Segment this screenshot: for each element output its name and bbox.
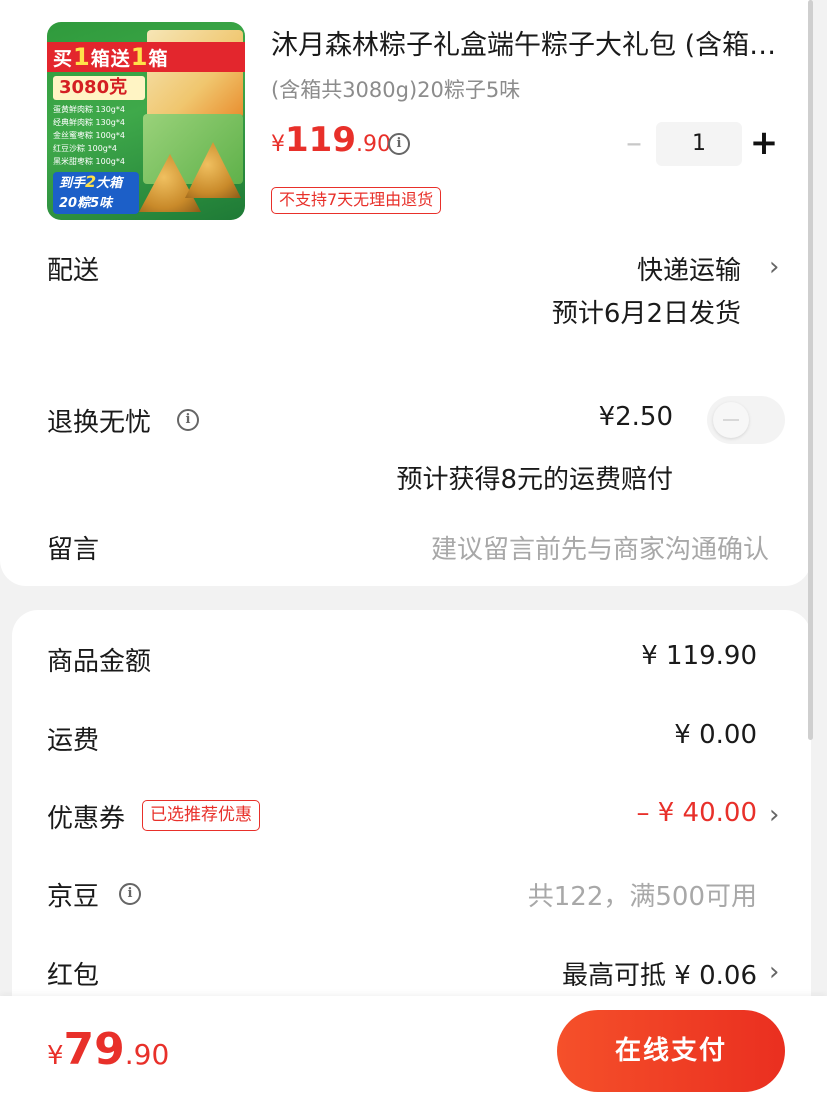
info-icon[interactable]: i (177, 409, 199, 431)
shipping-value: ¥ 0.00 (674, 720, 757, 750)
flavor-list: 3080克 蛋黄鲜肉粽 130g*4 经典鲜肉粽 130g*4 金丝蜜枣粽 10… (53, 76, 145, 168)
goods-amount-value: ¥ 119.90 (641, 641, 757, 671)
total-currency: ¥ (47, 1041, 64, 1071)
total-integer: 79 (63, 1024, 125, 1075)
delivery-label: 配送 (47, 256, 100, 286)
price-info-icon[interactable]: i (388, 133, 410, 155)
flavor-item: 黑米甜枣粽 100g*4 (53, 157, 125, 166)
flavor-item: 金丝蜜枣粽 100g*4 (53, 131, 125, 140)
product-thumbnail[interactable]: 买1箱送1箱 3080克 蛋黄鲜肉粽 130g*4 经典鲜肉粽 130g*4 金… (47, 22, 245, 220)
flavor-item: 蛋黄鲜肉粽 130g*4 (53, 105, 125, 114)
promo-banner: 买1箱送1箱 (47, 42, 245, 72)
jingdou-value: 共122，满500可用 (527, 882, 757, 912)
coupon-value[interactable]: – ¥ 40.00 (636, 798, 757, 828)
info-icon[interactable]: i (119, 883, 141, 905)
message-input[interactable]: 建议留言前先与商家沟通确认 (431, 529, 769, 566)
order-confirm-page: 买1箱送1箱 3080克 蛋黄鲜肉粽 130g*4 经典鲜肉粽 130g*4 金… (0, 0, 827, 1104)
redpacket-label: 红包 (47, 961, 100, 991)
price-decimal: .90 (355, 132, 391, 157)
product-title[interactable]: 沐月森林粽子礼盒端午粽子大礼包 (含箱共3080g)20粽子5味 (271, 28, 786, 64)
return-insurance-label: 退换无忧 (47, 408, 152, 438)
price-integer: 119 (285, 120, 356, 160)
price-currency: ¥ (271, 132, 285, 157)
jingdou-label: 京豆 (47, 882, 100, 912)
pay-online-button[interactable]: 在线支付 (557, 1010, 785, 1092)
chevron-right-icon[interactable]: › (769, 957, 779, 987)
return-insurance-note: 预计获得8元的运费赔付 (396, 465, 673, 495)
product-card: 买1箱送1箱 3080克 蛋黄鲜肉粽 130g*4 经典鲜肉粽 130g*4 金… (0, 0, 811, 586)
scrollbar[interactable] (808, 0, 813, 740)
decrease-quantity-button[interactable]: – (618, 122, 650, 166)
chevron-right-icon[interactable]: › (769, 252, 779, 282)
coupon-label: 优惠券 (47, 804, 126, 834)
product-spec: (含箱共3080g)20粽子5味 (271, 78, 521, 102)
return-policy-badge: 不支持7天无理由退货 (271, 187, 442, 214)
quantity-input[interactable]: 1 (656, 122, 742, 166)
shipping-label: 运费 (47, 726, 100, 756)
product-price: ¥119.90 (271, 120, 391, 160)
delivery-method[interactable]: 快递运输 (637, 250, 741, 287)
flavor-item: 红豆沙粽 100g*4 (53, 144, 117, 153)
bundle-tag: 到手2大箱 20粽5味 (53, 172, 139, 214)
coupon-status-badge: 已选推荐优惠 (142, 800, 260, 831)
increase-quantity-button[interactable]: + (746, 122, 782, 166)
toggle-knob (713, 402, 749, 438)
chevron-right-icon[interactable]: › (769, 800, 779, 830)
total-price: ¥79.90 (47, 1024, 169, 1075)
flavor-item: 经典鲜肉粽 130g*4 (53, 118, 125, 127)
weight-label: 3080克 (53, 76, 145, 100)
delivery-estimate: 预计6月2日发货 (551, 299, 741, 329)
total-decimal: .90 (124, 1038, 170, 1071)
return-insurance-toggle[interactable] (707, 396, 785, 444)
message-label: 留言 (47, 535, 100, 565)
goods-amount-label: 商品金额 (47, 647, 152, 677)
return-insurance-price: ¥2.50 (598, 402, 673, 432)
redpacket-value[interactable]: 最高可抵 ¥ 0.06 (562, 955, 757, 992)
